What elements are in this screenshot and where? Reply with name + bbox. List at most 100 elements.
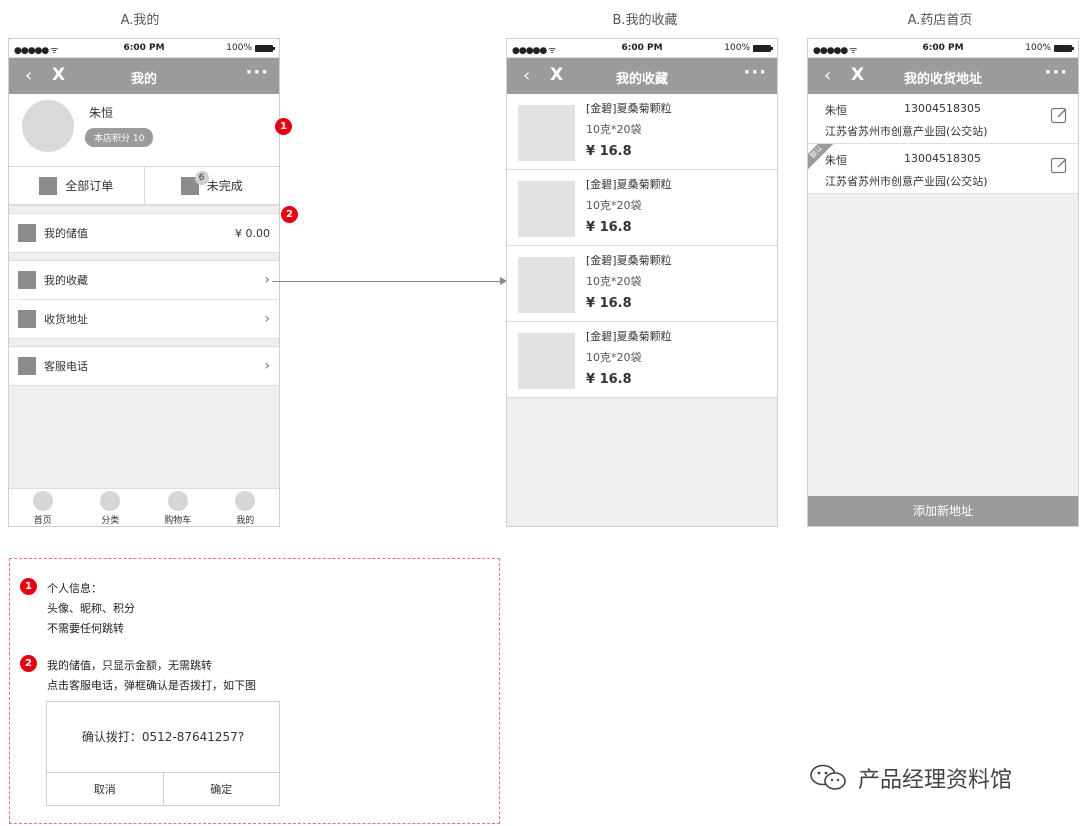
favorite-item[interactable]: [金碧]夏桑菊颗粒 10克*20袋 ¥ 16.8 <box>507 170 777 246</box>
address-item[interactable]: 朱恒 13004518305 江苏省苏州市创意产业园(公交站) <box>808 94 1078 144</box>
wallet-icon <box>18 224 36 242</box>
product-price: ¥ 16.8 <box>586 144 632 159</box>
nav-bar: ‹ X 我的收藏 ··· <box>507 58 777 94</box>
screen-title-c: A.药店首页 <box>907 13 973 28</box>
edit-icon[interactable] <box>1050 106 1068 124</box>
section-gap <box>9 252 279 261</box>
favorite-item[interactable]: [金碧]夏桑菊颗粒 10克*20袋 ¥ 16.8 <box>507 94 777 170</box>
annotation-marker-1: 1 <box>275 118 292 135</box>
status-bar: ●●●●● ᯤ 6:00 PM 100% <box>808 39 1078 58</box>
avatar <box>22 100 74 152</box>
tab-label: 我的 <box>236 516 255 526</box>
user-name: 朱恒 <box>89 106 114 120</box>
tab-bar: 首页 分类 购物车 我的 <box>9 488 279 526</box>
dialog-buttons: 取消 确定 <box>47 772 279 805</box>
section-gap <box>9 338 279 347</box>
battery-indicator: 100% <box>1025 43 1074 53</box>
product-name: [金碧]夏桑菊颗粒 <box>586 102 672 115</box>
battery-indicator: 100% <box>226 43 275 53</box>
status-bar: ●●●●● ᯤ 6:00 PM 100% <box>507 39 777 58</box>
unfinished-count-badge: 6 <box>194 171 209 185</box>
profile-card: 朱恒 本店积分 10 <box>9 94 279 167</box>
page-title: 我的收货地址 <box>903 72 982 87</box>
tab-mine[interactable]: 我的 <box>212 489 280 526</box>
phone-screen-addresses: ●●●●● ᯤ 6:00 PM 100% ‹ X 我的收货地址 ··· 朱恒 1… <box>807 38 1079 527</box>
phone-icon <box>18 357 36 375</box>
note-1-line2: 不需要任何跳转 <box>47 622 124 635</box>
order-shortcuts: 全部订单 6 未完成 <box>9 167 279 205</box>
more-icon[interactable]: ··· <box>245 62 269 83</box>
product-price: ¥ 16.8 <box>586 220 632 235</box>
cancel-button[interactable]: 取消 <box>47 773 163 805</box>
battery-percent: 100% <box>724 43 750 53</box>
battery-icon <box>255 44 275 52</box>
favorites-label: 我的收藏 <box>44 274 88 287</box>
chevron-right-icon: › <box>264 272 270 288</box>
tab-label: 首页 <box>33 516 52 526</box>
address-row[interactable]: 收货地址 › <box>9 300 279 338</box>
annotation-marker-2: 2 <box>20 655 37 672</box>
product-name: [金碧]夏桑菊颗粒 <box>586 330 672 343</box>
all-orders-label: 全部订单 <box>65 179 114 193</box>
address-item-default[interactable]: 默认 朱恒 13004518305 江苏省苏州市创意产业园(公交站) <box>808 144 1078 194</box>
watermark: 产品经理资料馆 <box>808 762 1012 794</box>
product-name: [金碧]夏桑菊颗粒 <box>586 254 672 267</box>
cart-icon <box>167 491 188 511</box>
tab-label: 分类 <box>101 516 120 526</box>
screen-title-a: A.我的 <box>120 13 160 28</box>
favorite-item[interactable]: [金碧]夏桑菊颗粒 10克*20袋 ¥ 16.8 <box>507 322 777 398</box>
tab-label: 购物车 <box>164 516 192 526</box>
nav-bar: ‹ X 我的收货地址 ··· <box>808 58 1078 94</box>
note-1-title: 个人信息： <box>47 582 102 595</box>
product-thumbnail <box>518 333 575 389</box>
annotation-marker-2: 2 <box>281 206 298 223</box>
section-gap <box>9 205 279 214</box>
product-price: ¥ 16.8 <box>586 372 632 387</box>
status-bar: ●●●●● ᯤ 6:00 PM 100% <box>9 39 279 58</box>
all-orders-icon <box>39 176 58 195</box>
nav-bar: ‹ X 我的 ··· <box>9 58 279 94</box>
favorites-row[interactable]: 我的收藏 › <box>9 261 279 299</box>
favorites-icon <box>18 271 36 289</box>
unfinished-orders-button[interactable]: 6 未完成 <box>143 167 280 204</box>
more-icon[interactable]: ··· <box>1044 62 1068 83</box>
balance-value: ¥ 0.00 <box>235 226 270 240</box>
favorite-item[interactable]: [金碧]夏桑菊颗粒 10克*20袋 ¥ 16.8 <box>507 246 777 322</box>
edit-icon[interactable] <box>1050 156 1068 174</box>
dialog-message: 确认拨打：0512-87641257? <box>81 730 245 744</box>
screen-title-b: B.我的收藏 <box>612 13 678 28</box>
service-phone-label: 客服电话 <box>44 360 88 373</box>
phone-screen-mine: ●●●●● ᯤ 6:00 PM 100% ‹ X 我的 ··· 朱恒 本店积分 … <box>8 38 280 527</box>
tab-category[interactable]: 分类 <box>77 489 145 526</box>
recipient-address: 江苏省苏州市创意产业园(公交站) <box>825 175 988 188</box>
battery-icon <box>1054 44 1074 52</box>
product-spec: 10克*20袋 <box>586 275 642 288</box>
service-phone-row[interactable]: 客服电话 › <box>9 347 279 385</box>
phone-screen-favorites: ●●●●● ᯤ 6:00 PM 100% ‹ X 我的收藏 ··· [金碧]夏桑… <box>506 38 778 527</box>
confirm-button[interactable]: 确定 <box>162 773 280 805</box>
product-spec: 10克*20袋 <box>586 199 642 212</box>
page-title: 我的收藏 <box>615 72 668 87</box>
add-address-button[interactable]: 添加新地址 <box>808 496 1078 526</box>
battery-percent: 100% <box>1025 43 1051 53</box>
all-orders-button[interactable]: 全部订单 <box>9 167 144 204</box>
recipient-phone: 13004518305 <box>904 102 981 115</box>
product-price: ¥ 16.8 <box>586 296 632 311</box>
address-icon <box>18 310 36 328</box>
tab-cart[interactable]: 购物车 <box>144 489 212 526</box>
recipient-address: 江苏省苏州市创意产业园(公交站) <box>825 125 988 138</box>
battery-indicator: 100% <box>724 43 773 53</box>
unfinished-orders-label: 未完成 <box>206 179 243 193</box>
tab-home[interactable]: 首页 <box>9 489 77 526</box>
product-spec: 10克*20袋 <box>586 351 642 364</box>
category-icon <box>100 491 121 511</box>
annotation-notes: 1 个人信息： 头像、昵称、积分 不需要任何跳转 2 我的储值，只显示金额，无需… <box>9 558 500 824</box>
battery-icon <box>753 44 773 52</box>
flow-arrow-line <box>272 281 503 282</box>
recipient-phone: 13004518305 <box>904 152 981 165</box>
product-thumbnail <box>518 257 575 313</box>
balance-row: 我的储值 ¥ 0.00 <box>9 214 279 252</box>
divider <box>9 385 279 386</box>
more-icon[interactable]: ··· <box>743 62 767 83</box>
annotation-marker-1: 1 <box>20 578 37 595</box>
